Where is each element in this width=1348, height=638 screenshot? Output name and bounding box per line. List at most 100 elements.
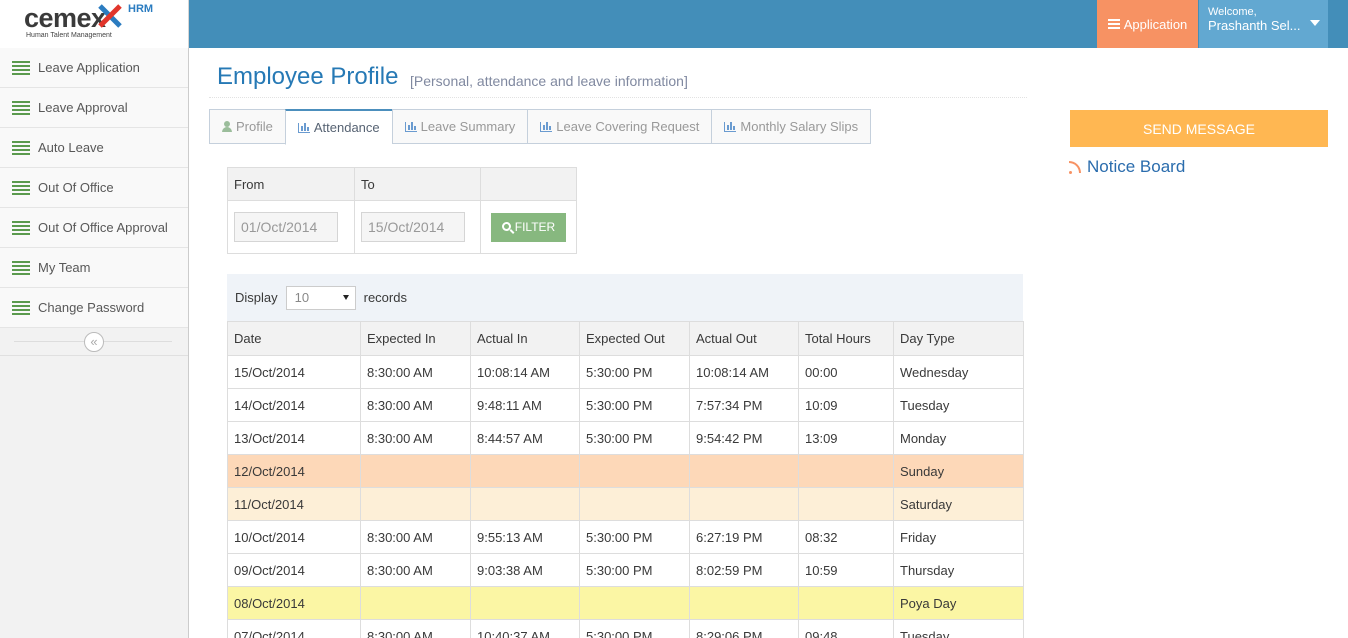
date-filter: From To 01/Oct/2014 15/Oct/2014 FILTER	[227, 167, 577, 254]
application-button[interactable]: Application	[1097, 0, 1198, 48]
table-cell	[798, 487, 894, 521]
sidebar-item-change-password[interactable]: Change Password	[0, 288, 188, 328]
logo[interactable]: cemex HRM Human Talent Management	[0, 0, 189, 48]
table-row: 10/Oct/2014 8:30:00 AM 9:55:13 AM 5:30:00 P…	[227, 520, 1024, 554]
collapse-sidebar-icon[interactable]: «	[84, 332, 104, 352]
column-header[interactable]: Actual Out	[689, 321, 799, 356]
table-cell: 00:00	[798, 355, 894, 389]
table-cell: 10/Oct/2014	[227, 520, 361, 554]
divider	[209, 97, 1027, 98]
filter-cell: FILTER	[480, 200, 577, 254]
logo-text: cemex	[24, 3, 106, 33]
records-toolbar: Display 10 records	[227, 274, 1023, 321]
sidebar-item-label: Change Password	[38, 300, 145, 315]
tab-label: Leave Summary	[420, 119, 516, 134]
tab-profile[interactable]: Profile	[209, 109, 285, 144]
tab-attendance[interactable]: Attendance	[284, 109, 392, 145]
table-cell	[360, 586, 471, 620]
sidebar-item-label: Auto Leave	[38, 140, 104, 155]
table-row: 09/Oct/2014 8:30:00 AM 9:03:38 AM 5:30:00 P…	[227, 553, 1024, 587]
sidebar-item-auto-leave[interactable]: Auto Leave	[0, 128, 188, 168]
table-cell: 13/Oct/2014	[227, 421, 361, 455]
records-selected: 10	[294, 290, 310, 305]
list-icon	[12, 140, 30, 155]
table-cell: 15/Oct/2014	[227, 355, 361, 389]
bar-chart-icon	[724, 121, 737, 132]
column-header[interactable]: Actual In	[470, 321, 580, 356]
list-icon	[12, 220, 30, 235]
table-cell: 5:30:00 PM	[579, 520, 690, 554]
bar-chart-icon	[540, 121, 553, 132]
send-message-button[interactable]: SEND MESSAGE	[1070, 110, 1328, 147]
table-row: 11/Oct/2014 Saturday	[227, 487, 1024, 521]
table-cell: Tuesday	[893, 388, 1024, 422]
table-cell: Sunday	[893, 454, 1024, 488]
sidebar-collapse-row: «	[0, 328, 188, 356]
table-cell	[689, 586, 799, 620]
to-date-input[interactable]: 15/Oct/2014	[361, 212, 465, 242]
from-date-input[interactable]: 01/Oct/2014	[234, 212, 338, 242]
filter-button[interactable]: FILTER	[491, 212, 566, 242]
table-cell: 08/Oct/2014	[227, 586, 361, 620]
page-title: Employee Profile	[217, 63, 399, 90]
logo-hrm: HRM	[128, 3, 154, 15]
table-cell: 12/Oct/2014	[227, 454, 361, 488]
sidebar-item-label: Out Of Office	[38, 180, 114, 195]
column-header[interactable]: Date	[227, 321, 361, 356]
table-cell: 9:48:11 AM	[470, 388, 580, 422]
sidebar: Leave Application Leave Approval Auto Le…	[0, 48, 189, 638]
records-label: records	[363, 290, 407, 305]
column-header[interactable]: Total Hours	[798, 321, 894, 356]
table-row: 07/Oct/2014 8:30:00 AM 10:40:37 AM 5:30:00 …	[227, 619, 1024, 638]
column-header[interactable]: Expected Out	[579, 321, 690, 356]
tab-leave-summary[interactable]: Leave Summary	[391, 109, 528, 144]
table-cell: 10:40:37 AM	[470, 619, 580, 638]
table-cell: 8:30:00 AM	[360, 520, 471, 554]
table-cell: 5:30:00 PM	[579, 553, 690, 587]
tab-leave-covering-request[interactable]: Leave Covering Request	[527, 109, 712, 144]
application-label: Application	[1123, 16, 1188, 32]
table-cell	[689, 454, 799, 488]
table-cell: 10:09	[798, 388, 894, 422]
chevron-down-icon	[342, 295, 349, 300]
user-menu[interactable]: Welcome, Prashanth Sel...	[1199, 0, 1328, 48]
table-cell: 8:30:00 AM	[360, 355, 471, 389]
sidebar-item-label: Out Of Office Approval	[38, 220, 168, 235]
table-cell: Monday	[893, 421, 1024, 455]
from-label: From	[227, 167, 355, 201]
column-header[interactable]: Expected In	[360, 321, 471, 356]
column-header[interactable]: Day Type	[893, 321, 1024, 356]
table-cell: Tuesday	[893, 619, 1024, 638]
table-cell: 8:30:00 AM	[360, 619, 471, 638]
to-cell: 15/Oct/2014	[354, 200, 481, 254]
table-cell: 8:02:59 PM	[689, 553, 799, 587]
sidebar-item-my-team[interactable]: My Team	[0, 248, 188, 288]
table-row: 13/Oct/2014 8:30:00 AM 8:44:57 AM 5:30:00 P…	[227, 421, 1024, 455]
table-cell	[798, 586, 894, 620]
table-cell	[470, 586, 580, 620]
sidebar-item-leave-approval[interactable]: Leave Approval	[0, 88, 188, 128]
filter-header	[480, 167, 577, 201]
sidebar-item-label: Leave Approval	[38, 100, 128, 115]
table-cell: 8:29:06 PM	[689, 619, 799, 638]
table-cell	[579, 454, 690, 488]
table-cell: 08:32	[798, 520, 894, 554]
notice-board-link[interactable]: Notice Board	[1069, 157, 1185, 177]
table-row: 15/Oct/2014 8:30:00 AM 10:08:14 AM 5:30:00 …	[227, 355, 1024, 389]
sidebar-item-label: My Team	[38, 260, 91, 275]
table-cell: 5:30:00 PM	[579, 421, 690, 455]
table-cell: 8:30:00 AM	[360, 421, 471, 455]
table-cell: 10:08:14 AM	[470, 355, 580, 389]
sidebar-item-out-of-office-approval[interactable]: Out Of Office Approval	[0, 208, 188, 248]
sidebar-item-leave-application[interactable]: Leave Application	[0, 48, 188, 88]
tab-monthly-salary-slips[interactable]: Monthly Salary Slips	[711, 109, 872, 144]
sidebar-item-out-of-office[interactable]: Out Of Office	[0, 168, 188, 208]
table-cell: 11/Oct/2014	[227, 487, 361, 521]
table-cell: Poya Day	[893, 586, 1024, 620]
records-per-page-select[interactable]: 10	[285, 285, 356, 310]
table-cell: 8:44:57 AM	[470, 421, 580, 455]
table-cell: 5:30:00 PM	[579, 355, 690, 389]
table-cell	[470, 454, 580, 488]
attendance-table: Date Expected In Actual In Expected Out …	[227, 321, 1024, 638]
table-cell	[689, 487, 799, 521]
